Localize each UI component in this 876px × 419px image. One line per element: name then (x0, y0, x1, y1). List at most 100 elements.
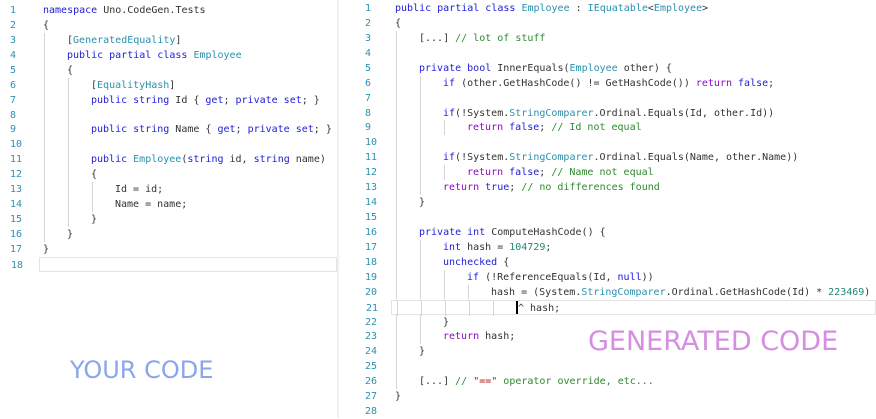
code-line[interactable]: 6 if (other.GetHashCode() != GetHashCode(… (365, 75, 876, 91)
indent-guide (44, 167, 45, 183)
indent-guide (44, 77, 45, 93)
code-line[interactable]: 11 if(!System.StringComparer.Ordinal.Equa… (365, 150, 876, 166)
code-text: [GeneratedEquality] (67, 33, 181, 48)
code-line[interactable]: 3 [GeneratedEquality] (10, 32, 337, 48)
code-token: id, (229, 154, 254, 166)
code-token: (!System. (455, 107, 510, 119)
code-line[interactable]: 5{ (10, 62, 337, 78)
indent-guide (396, 135, 397, 151)
code-line[interactable]: 26 [...] // "==" operator override, etc..… (365, 374, 876, 390)
code-text: unchecked { (443, 255, 509, 270)
code-token: ; (539, 167, 552, 179)
code-line[interactable]: 1 public partial class Employee : IEquata… (365, 1, 876, 16)
line-number: 14 (365, 197, 378, 209)
code-line[interactable]: 7 public string Id { get; private set; } (10, 92, 337, 108)
indent-guide (68, 137, 69, 153)
code-line[interactable]: 25 (365, 359, 876, 375)
code-line[interactable]: 2{ (365, 16, 876, 31)
code-line[interactable]: 8 (10, 107, 337, 123)
code-text: } (91, 212, 97, 227)
code-line[interactable]: 7 (365, 90, 876, 106)
indent-guide (44, 122, 45, 138)
code-token: Employee (133, 154, 182, 166)
line-number: 15 (10, 214, 23, 226)
indent-guide (396, 374, 397, 390)
code-line[interactable]: 12 { (10, 167, 337, 183)
indent-guide (68, 197, 69, 213)
code-token: // Id not equal (551, 122, 642, 134)
indent-guide (68, 107, 69, 123)
code-token: if (443, 152, 456, 164)
code-text: { (43, 18, 49, 33)
code-line[interactable]: 9 return false; // Id not equal (365, 120, 876, 136)
indent-guide (44, 32, 45, 48)
code-line[interactable]: 16 private int ComputeHashCode() { (365, 224, 876, 240)
code-text: public string Id { get; private set; } (91, 93, 320, 108)
code-line[interactable]: 11 public Employee(string id, string name… (10, 152, 337, 168)
indent-guide (396, 314, 397, 330)
code-text: } (419, 195, 425, 210)
code-line[interactable]: 19 if (!ReferenceEquals(Id, null)) (365, 269, 876, 285)
code-line[interactable]: 20 hash = (System.StringComparer.Ordinal.… (365, 284, 876, 300)
indent-guide (444, 120, 445, 136)
code-line[interactable]: 17} (10, 242, 337, 257)
code-line[interactable]: 27} (365, 389, 876, 404)
code-line[interactable]: 10 (10, 137, 337, 153)
code-text: { (91, 167, 97, 182)
code-line[interactable]: 13 Id = id; (10, 182, 337, 198)
indent-guide (44, 197, 45, 213)
code-line[interactable]: 6 [EqualityHash] (10, 77, 337, 93)
indent-guide (92, 182, 93, 198)
code-line[interactable]: 4 (365, 45, 876, 61)
code-token: { (497, 256, 510, 268)
code-text: public partial class Employee (67, 48, 242, 63)
indent-guide (92, 197, 93, 213)
code-line[interactable]: 8 if(!System.StringComparer.Ordinal.Equal… (365, 105, 876, 121)
code-token: } (419, 197, 426, 209)
code-token: if (443, 107, 456, 119)
code-line[interactable]: 15 (365, 210, 876, 226)
code-line[interactable]: 15} (10, 212, 337, 228)
code-line[interactable]: 1 namespace Uno.CodeGen.Tests (10, 3, 337, 18)
code-line[interactable]: 14 Name = name; (10, 197, 337, 213)
code-token: int (443, 241, 468, 253)
current-code-line[interactable]: 18 (11, 256, 337, 272)
indent-guide (396, 120, 397, 136)
indent-guide (420, 254, 421, 270)
code-line[interactable]: 13 return true; // no differences found (365, 180, 876, 196)
line-number: 24 (365, 346, 378, 358)
line-number: 18 (365, 256, 378, 268)
code-line[interactable]: 12 return false; // Name not equal (365, 165, 876, 181)
code-line[interactable]: 16} (10, 226, 337, 242)
code-line[interactable]: 18 unchecked { (365, 254, 876, 270)
code-token: ^ hash; (518, 302, 561, 314)
code-line[interactable]: 14} (365, 195, 876, 211)
code-token: // lot of stuff (455, 32, 546, 44)
indent-guide (421, 300, 422, 316)
code-token: Name = name; (115, 199, 188, 211)
line-number: 10 (10, 139, 23, 151)
indent-guide (68, 212, 69, 228)
indent-guide (420, 314, 421, 330)
indent-guide (396, 165, 397, 181)
code-line[interactable]: 5 private bool InnerEquals(Employee other… (365, 60, 876, 76)
code-text: public partial class Employee : IEquatab… (395, 1, 708, 16)
code-token: if (443, 77, 456, 89)
code-line[interactable]: 3 [...] // lot of stuff (365, 30, 876, 46)
code-text: } (395, 389, 401, 404)
code-line[interactable]: 10 (365, 135, 876, 151)
code-token: public string (91, 94, 176, 106)
code-token: if (467, 271, 480, 283)
code-line[interactable]: 4 public partial class Employee (10, 47, 337, 63)
current-code-line[interactable]: 21 ^ hash; (366, 299, 876, 316)
line-number: 12 (365, 167, 378, 179)
code-line[interactable]: 17 int hash = 104729; (365, 239, 876, 255)
indent-guide (420, 90, 421, 106)
code-token: Employee (653, 3, 703, 14)
code-line[interactable]: 9 public string Name { get; private set; … (10, 122, 337, 138)
indent-guide (420, 329, 421, 345)
code-token: namespace (43, 5, 98, 16)
code-line[interactable]: 2{ (10, 18, 337, 33)
code-text: return hash; (443, 329, 515, 344)
code-line[interactable]: 28 (365, 404, 876, 419)
